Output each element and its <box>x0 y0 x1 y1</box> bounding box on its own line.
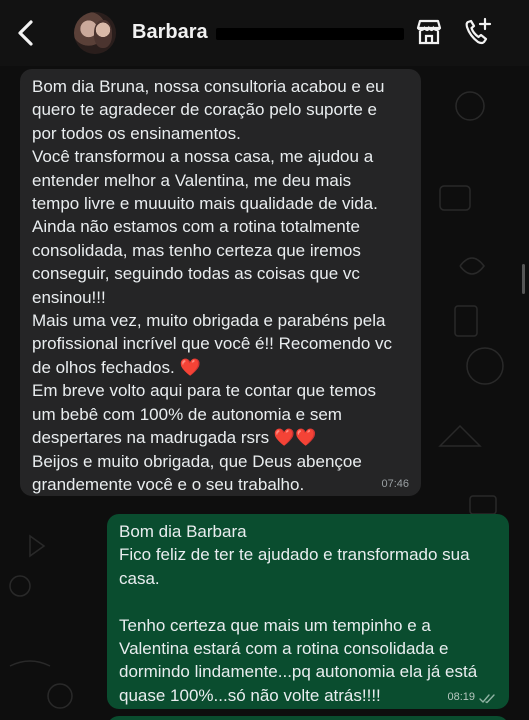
heart-emoji: ❤️ <box>273 428 296 448</box>
catalog-button[interactable] <box>413 16 445 48</box>
avatar[interactable] <box>74 12 116 54</box>
message-line: Mais uma vez, muito obrigada e parabéns … <box>32 311 386 331</box>
outgoing-message-bubble-partial[interactable] <box>107 716 509 720</box>
message-line: Beijos e muito obrigada, que Deus abenço… <box>32 451 362 471</box>
message-text: de olhos fechados. <box>32 357 175 377</box>
scrollbar[interactable] <box>522 264 525 294</box>
message-timestamp: 08:19 <box>447 691 475 703</box>
message-line: dormindo lindamente...pq autonomia ela j… <box>119 662 478 682</box>
message-line: um bebê com 100% de autonomia e sem <box>32 404 342 424</box>
message-line: quase 100%...só não volte atrás!!!! <box>119 685 381 705</box>
heart-emoji: ❤️ <box>295 428 317 448</box>
contact-name[interactable]: Barbara <box>132 21 208 44</box>
message-line: Em breve volto aqui para te contar que t… <box>32 381 376 401</box>
message-line: Tenho certeza que mais um tempinho e a <box>119 615 431 635</box>
message-line: consolidada, mas tenho certeza que iremo… <box>32 240 361 260</box>
add-call-icon <box>465 17 492 45</box>
message-line: Bom dia Barbara <box>119 522 247 541</box>
message-line: por todos os ensinamentos. <box>32 123 241 143</box>
message-line-with-emoji: de olhos fechados. ❤️ <box>32 356 409 379</box>
heart-emoji: ❤️ <box>179 357 201 377</box>
message-line: Bom dia Bruna, nossa consultoria acabou … <box>32 77 385 96</box>
message-line: quero te agradecer de coração pelo supor… <box>32 100 377 120</box>
chat-header: Barbara <box>0 0 529 66</box>
message-line: profissional incrível que você é!! Recom… <box>32 334 393 354</box>
read-receipt-icon <box>479 694 495 704</box>
message-timestamp: 07:46 <box>381 478 409 490</box>
message-line-with-emoji: despertares na madrugada rsrs ❤️❤️ <box>32 426 409 449</box>
message-line: tempo livre e muuuito mais qualidade de … <box>32 194 378 214</box>
chevron-left-icon <box>18 20 33 46</box>
message-line: Ainda não estamos com a rotina totalment… <box>32 217 360 237</box>
back-button[interactable] <box>10 18 40 48</box>
message-line: Você transformou a nossa casa, me ajudou… <box>32 147 374 167</box>
message-line: entender melhor a Valentina, me deu mais <box>32 170 352 190</box>
message-line: Valentina estará com a rotina consolidad… <box>119 639 449 659</box>
message-text: despertares na madrugada rsrs <box>32 428 270 448</box>
message-line: conseguir, seguindo todas as coisas que … <box>32 264 360 284</box>
incoming-message-bubble[interactable]: Bom dia Bruna, nossa consultoria acabou … <box>20 69 421 496</box>
message-line: casa. <box>119 568 160 588</box>
storefront-icon <box>416 19 442 45</box>
message-line: grandemente você e o seu trabalho. <box>32 474 305 494</box>
redacted-bar <box>216 28 404 40</box>
message-line: Fico feliz de ter te ajudado e transform… <box>119 545 470 565</box>
call-button[interactable] <box>462 16 494 48</box>
message-line: ensinou!!! <box>32 287 106 307</box>
chat-area[interactable]: Bom dia Bruna, nossa consultoria acabou … <box>0 66 529 720</box>
outgoing-message-bubble[interactable]: Bom dia Barbara Fico feliz de ter te aju… <box>107 514 509 709</box>
